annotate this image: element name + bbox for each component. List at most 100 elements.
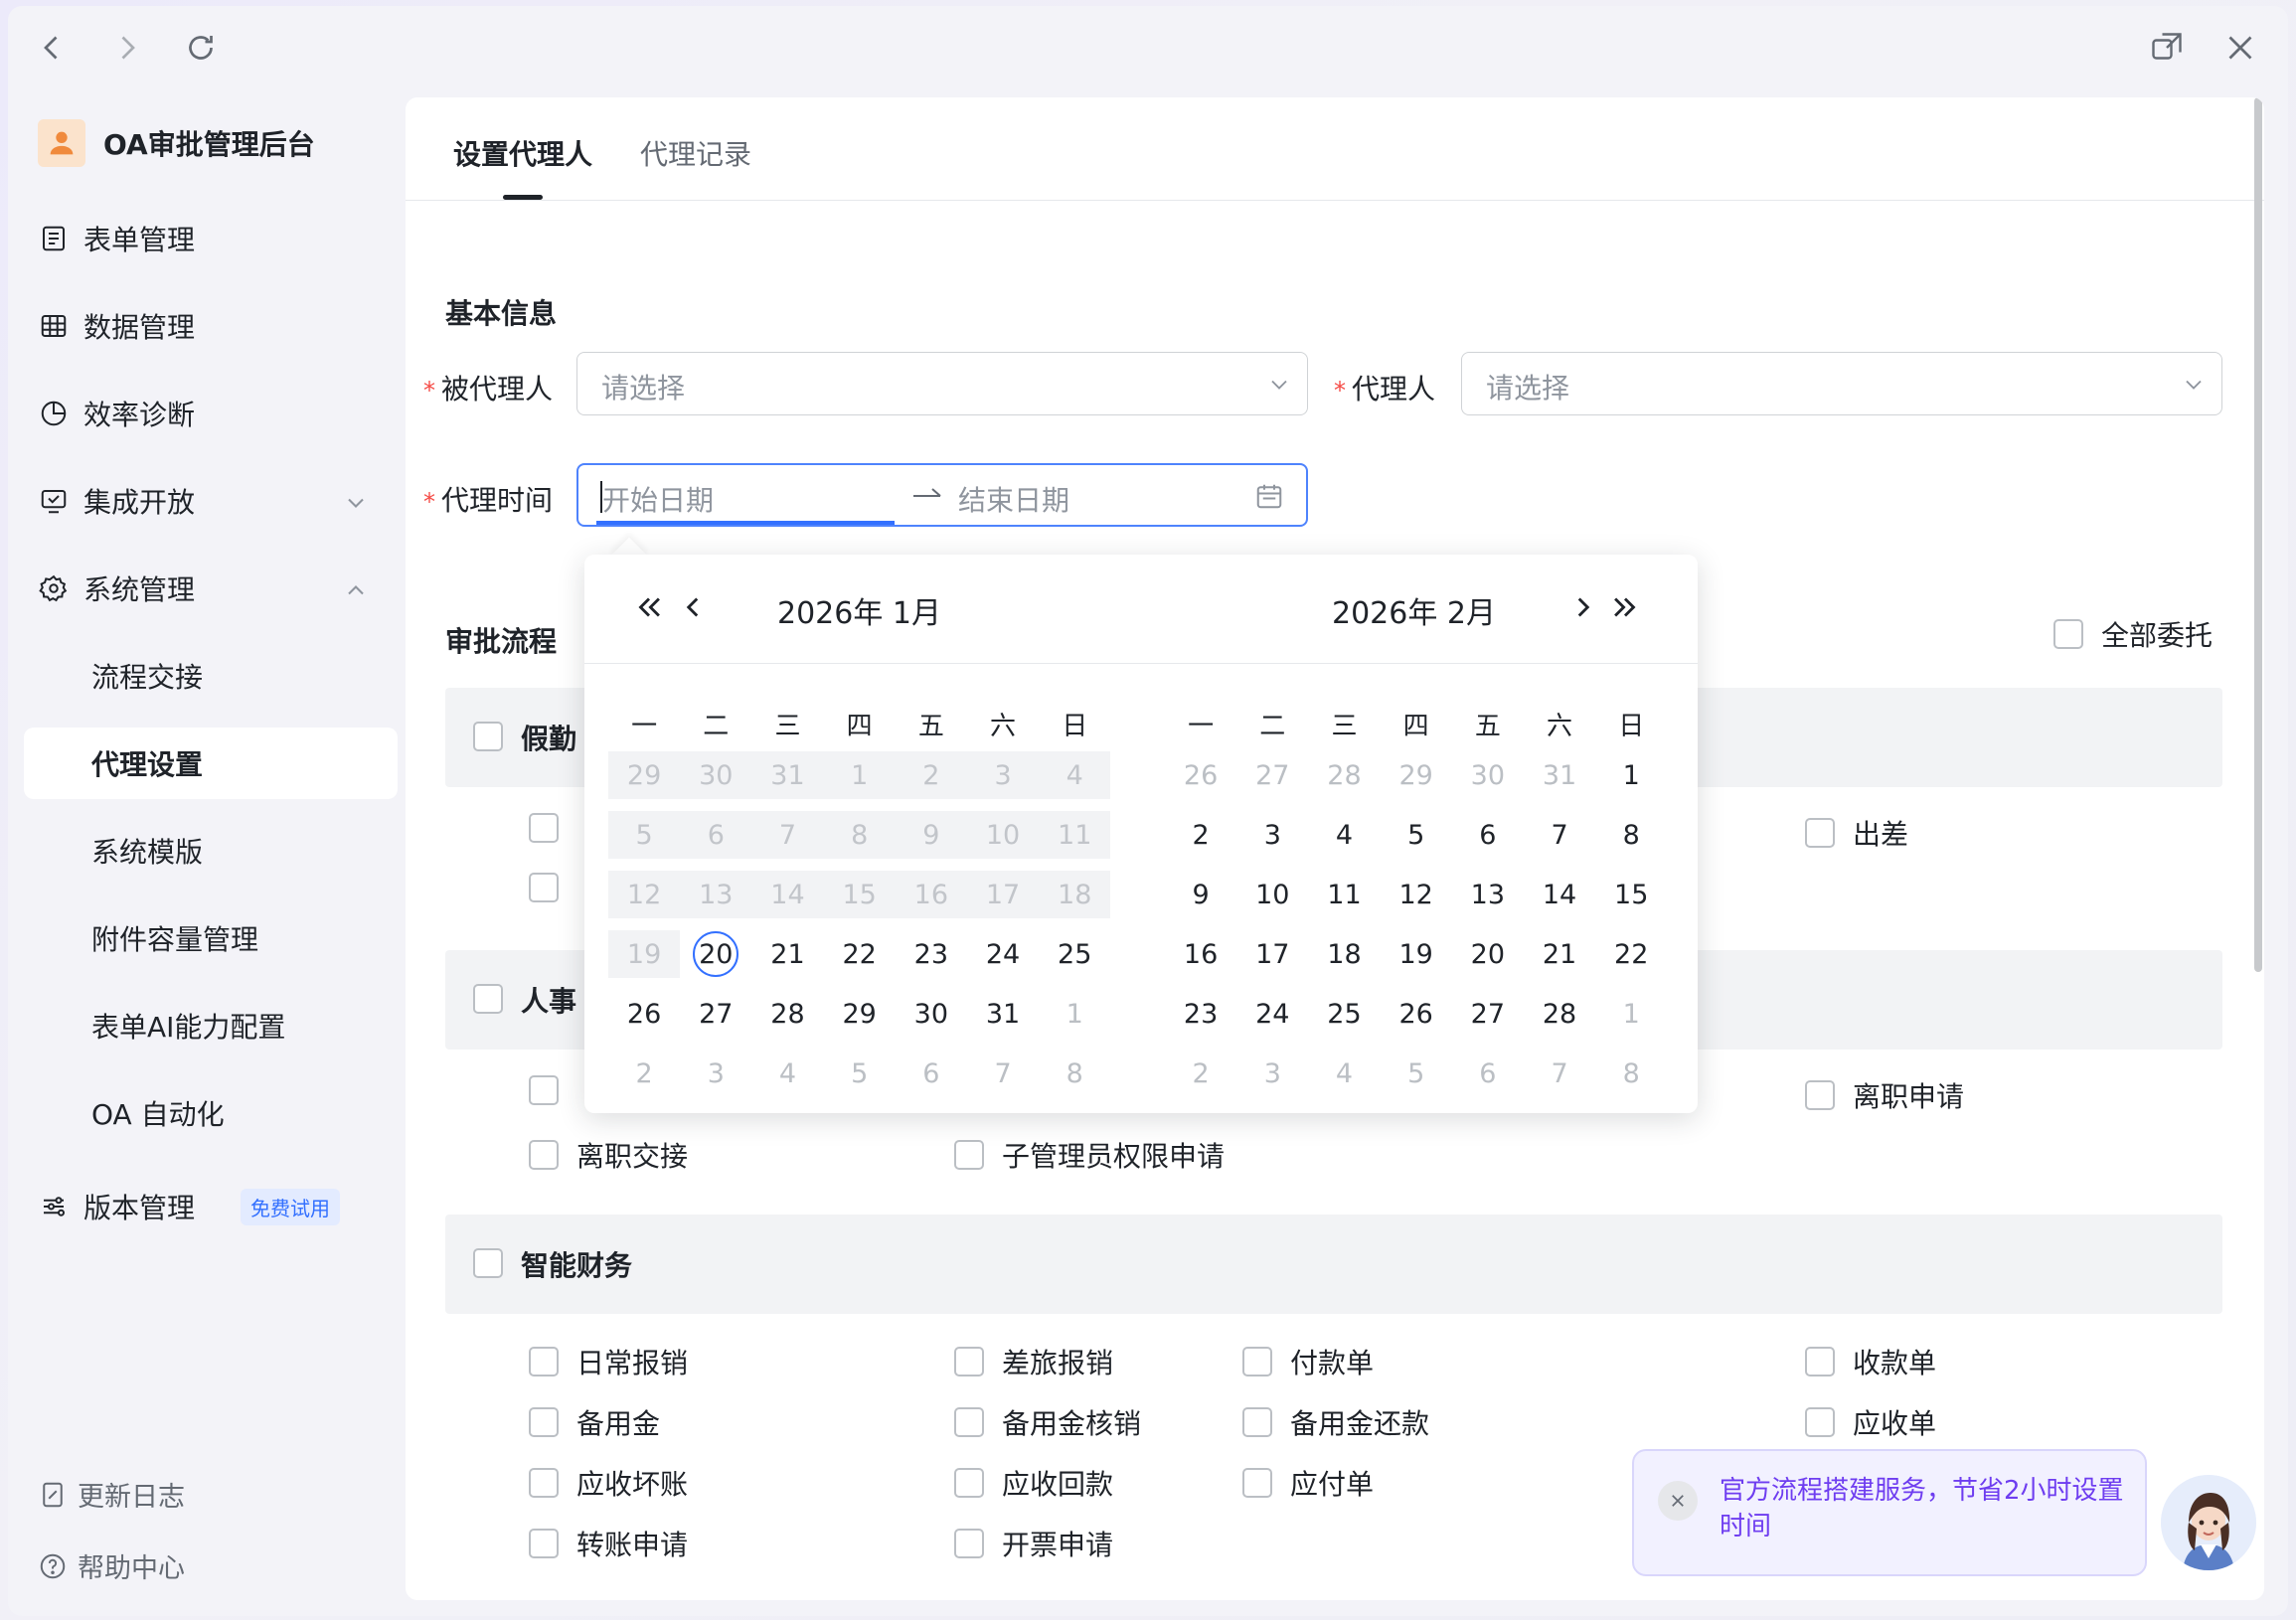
calendar-day[interactable]: 7 [1524, 1050, 1595, 1097]
checkbox[interactable] [1805, 1347, 1835, 1377]
calendar-day[interactable]: 30 [896, 990, 967, 1038]
calendar-day[interactable]: 28 [1524, 990, 1595, 1038]
calendar-day[interactable]: 2 [1165, 811, 1236, 859]
scrollbar[interactable] [2254, 97, 2262, 972]
calendar-day[interactable]: 13 [1452, 871, 1524, 918]
option-resignation-handover[interactable]: 离职交接 [529, 1135, 688, 1175]
checkbox[interactable] [954, 1407, 984, 1437]
calendar-day[interactable]: 22 [824, 930, 896, 978]
checkbox[interactable] [529, 813, 559, 843]
finance-option[interactable]: 应收单 [1805, 1402, 1936, 1442]
checkbox[interactable] [529, 873, 559, 902]
option-business-trip[interactable]: 出差 [1805, 813, 1908, 853]
calendar-day[interactable]: 9 [1165, 871, 1236, 918]
right-month-title[interactable]: 2026年 2月 [1332, 588, 1496, 632]
calendar-day[interactable]: 27 [1236, 751, 1308, 799]
calendar-day[interactable]: 26 [608, 990, 680, 1038]
sidebar-subitem-proxy-settings[interactable]: 代理设置 [91, 743, 203, 783]
sidebar-subitem-attachment-capacity[interactable]: 附件容量管理 [91, 918, 258, 958]
tab-proxy-records[interactable]: 代理记录 [640, 133, 751, 173]
date-range-picker[interactable]: 开始日期 结束日期 [576, 463, 1308, 527]
sidebar-item-integration[interactable]: 集成开放 [38, 481, 195, 521]
calendar-day[interactable]: 4 [1308, 811, 1380, 859]
calendar-day[interactable]: 1 [1595, 751, 1667, 799]
sidebar-subitem-handover[interactable]: 流程交接 [91, 656, 203, 696]
calendar-day[interactable]: 23 [1165, 990, 1236, 1038]
calendar-day[interactable]: 6 [896, 1050, 967, 1097]
agent-select[interactable]: 请选择 [1461, 352, 2222, 415]
calendar-day[interactable]: 20 [1452, 930, 1524, 978]
end-date-input[interactable]: 结束日期 [958, 479, 1069, 519]
calendar-day[interactable]: 23 [896, 930, 967, 978]
finance-option[interactable]: 应付单 [1242, 1463, 1374, 1503]
forward-button[interactable] [105, 26, 149, 70]
calendar-day[interactable]: 19 [1381, 930, 1452, 978]
start-date-input[interactable]: 开始日期 [602, 479, 714, 519]
calendar-day[interactable]: 8 [1595, 1050, 1667, 1097]
checkbox[interactable] [2053, 619, 2083, 649]
calendar-day[interactable]: 6 [1452, 811, 1524, 859]
sidebar-subitem-automation[interactable]: OA 自动化 [91, 1093, 225, 1133]
calendar-day[interactable]: 4 [1308, 1050, 1380, 1097]
checkbox[interactable] [954, 1529, 984, 1558]
calendar-day[interactable]: 26 [1381, 990, 1452, 1038]
calendar-day[interactable]: 11 [1308, 871, 1380, 918]
calendar-day[interactable]: 30 [1452, 751, 1524, 799]
option-hidden[interactable] [529, 1075, 576, 1105]
sidebar-item-form-management[interactable]: 表单管理 [38, 219, 195, 258]
calendar-day[interactable]: 8 [1039, 1050, 1110, 1097]
finance-option[interactable]: 备用金还款 [1242, 1402, 1429, 1442]
option-resignation[interactable]: 离职申请 [1805, 1075, 1964, 1115]
calendar-day[interactable]: 15 [1595, 871, 1667, 918]
calendar-day[interactable]: 21 [1524, 930, 1595, 978]
calendar-day[interactable]: 27 [1452, 990, 1524, 1038]
option-sub-admin-permission[interactable]: 子管理员权限申请 [954, 1135, 1225, 1175]
refresh-button[interactable] [179, 26, 223, 70]
close-promo-button[interactable] [1658, 1481, 1698, 1521]
chevron-left-icon[interactable] [676, 590, 710, 624]
double-chevron-left-icon[interactable] [632, 590, 666, 624]
checkbox[interactable] [529, 1075, 559, 1105]
finance-option[interactable]: 应收回款 [954, 1463, 1113, 1503]
calendar-day[interactable]: 24 [967, 930, 1039, 978]
calendar-day[interactable]: 2 [1165, 1050, 1236, 1097]
sidebar-item-efficiency[interactable]: 效率诊断 [38, 394, 195, 433]
calendar-day[interactable]: 25 [1039, 930, 1110, 978]
calendar-icon[interactable] [1254, 481, 1284, 511]
free-trial-badge[interactable]: 免费试用 [241, 1188, 341, 1225]
calendar-day[interactable]: 26 [1165, 751, 1236, 799]
principal-select[interactable]: 请选择 [576, 352, 1308, 415]
calendar-day[interactable]: 28 [1308, 751, 1380, 799]
calendar-day[interactable]: 31 [967, 990, 1039, 1038]
checkbox[interactable] [529, 1529, 559, 1558]
calendar-day[interactable]: 7 [1524, 811, 1595, 859]
finance-option[interactable]: 备用金核销 [954, 1402, 1141, 1442]
calendar-day[interactable]: 20 [680, 930, 751, 978]
left-month-title[interactable]: 2026年 1月 [777, 588, 941, 632]
finance-option[interactable]: 日常报销 [529, 1342, 688, 1381]
checkbox[interactable] [529, 1407, 559, 1437]
chevron-right-icon[interactable] [1566, 590, 1600, 624]
calendar-day[interactable]: 5 [1381, 1050, 1452, 1097]
checkbox[interactable] [529, 1468, 559, 1498]
calendar-day[interactable]: 29 [1381, 751, 1452, 799]
chevron-up-icon[interactable] [342, 576, 370, 604]
calendar-day[interactable]: 5 [1381, 811, 1452, 859]
checkbox[interactable] [529, 1347, 559, 1377]
checkbox[interactable] [1242, 1468, 1272, 1498]
group-checkbox[interactable] [473, 984, 503, 1014]
delegate-all-checkbox[interactable]: 全部委托 [2053, 614, 2213, 654]
checkbox[interactable] [954, 1468, 984, 1498]
finance-option[interactable]: 开票申请 [954, 1524, 1113, 1563]
checkbox[interactable] [1805, 818, 1835, 848]
checkbox[interactable] [1805, 1080, 1835, 1110]
calendar-day[interactable]: 24 [1236, 990, 1308, 1038]
calendar-day[interactable]: 6 [1452, 1050, 1524, 1097]
finance-option[interactable]: 付款单 [1242, 1342, 1374, 1381]
calendar-day[interactable]: 1 [1595, 990, 1667, 1038]
calendar-day[interactable]: 16 [1165, 930, 1236, 978]
sidebar-subitem-templates[interactable]: 系统模版 [91, 831, 203, 871]
calendar-day[interactable]: 14 [1524, 871, 1595, 918]
option-hidden[interactable] [529, 813, 576, 843]
finance-option[interactable]: 备用金 [529, 1402, 660, 1442]
